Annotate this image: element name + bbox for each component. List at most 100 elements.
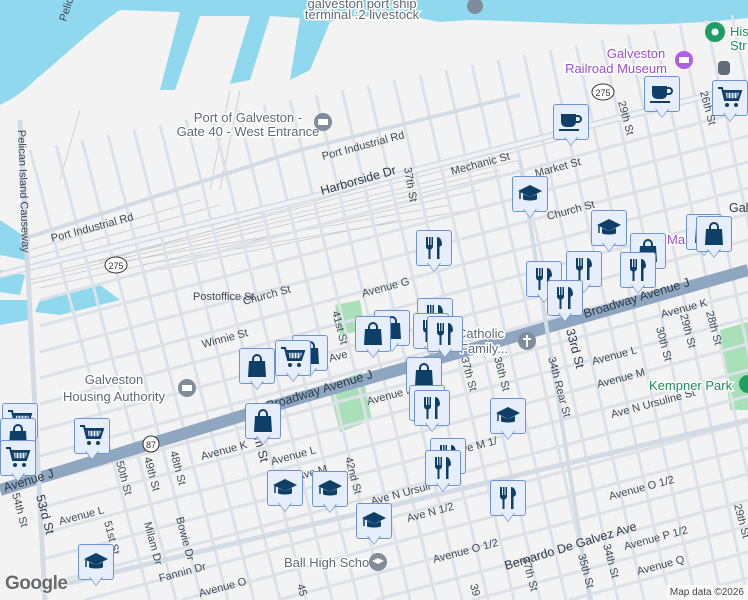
school-icon <box>312 471 348 507</box>
restaurant-icon <box>425 450 461 486</box>
label-ma-partial: Ma <box>667 232 686 247</box>
school-icon <box>78 544 114 580</box>
restaurant-marker[interactable] <box>414 390 450 434</box>
svg-text:275: 275 <box>595 88 610 98</box>
school-marker[interactable] <box>78 544 114 588</box>
svg-text:87: 87 <box>146 440 156 450</box>
marker-pointer-fill <box>257 436 269 444</box>
shopping-bag-marker[interactable] <box>239 348 275 392</box>
restaurant-icon <box>547 280 583 316</box>
marker-pointer-fill <box>437 483 449 491</box>
svg-text:275: 275 <box>108 261 123 271</box>
label-postoffice: Postoffice St <box>193 291 255 303</box>
marker-pointer-fill <box>368 536 380 544</box>
svg-text:Ball High School: Ball High School <box>284 555 379 570</box>
marker-pointer-fill <box>565 137 577 145</box>
svg-text:Catholic: Catholic <box>457 326 504 341</box>
svg-text:terminal :2 livestock: terminal :2 livestock <box>305 7 420 22</box>
svg-text:Galveston: Galveston <box>85 372 144 387</box>
shopping-bag-marker[interactable] <box>696 216 732 260</box>
cafe-marker[interactable] <box>644 76 680 120</box>
cafe-icon <box>553 104 589 140</box>
svg-text:His: His <box>730 24 748 39</box>
school-marker[interactable] <box>591 210 627 254</box>
marker-pointer-fill <box>279 503 291 511</box>
label-ave-o-half-2: Avenue O 1/2 <box>432 537 500 566</box>
restaurant-icon <box>427 316 463 352</box>
marker-pointer-fill <box>12 473 24 481</box>
marker-pointer-fill <box>287 373 299 381</box>
label-church-1: Church St <box>546 199 596 223</box>
label-54th: 54th St <box>9 492 30 529</box>
highway-275-shield-b: 275 <box>591 83 615 101</box>
marker-pointer-fill <box>632 285 644 293</box>
shopping-bag-icon <box>245 403 281 439</box>
school-icon <box>591 210 627 246</box>
school-marker[interactable] <box>490 398 526 442</box>
school-icon <box>267 470 303 506</box>
cafe-icon <box>644 76 680 112</box>
restaurant-icon <box>620 252 656 288</box>
map-attribution[interactable]: Map data ©2026 <box>665 585 748 600</box>
shopping-bag-icon <box>696 216 732 252</box>
restaurant-icon <box>414 390 450 426</box>
shopping-cart-marker[interactable] <box>74 418 110 462</box>
cafe-marker[interactable] <box>553 104 589 148</box>
svg-text:Port of Galveston -: Port of Galveston - <box>194 110 302 125</box>
svg-text:Housing Authority: Housing Authority <box>63 389 165 404</box>
restaurant-marker[interactable] <box>490 480 526 524</box>
marker-pointer-fill <box>367 349 379 357</box>
marker-pointer-fill <box>559 313 571 321</box>
shopping-cart-marker[interactable] <box>0 440 36 484</box>
marker-pointer-fill <box>428 263 440 271</box>
marker-pointer-fill <box>524 209 536 217</box>
school-marker[interactable] <box>512 176 548 220</box>
school-marker[interactable] <box>267 470 303 514</box>
marker-pointer-fill <box>724 113 736 121</box>
shopping-cart-marker[interactable] <box>275 340 311 384</box>
poi-port-gate-40[interactable]: Port of Galveston - Gate 40 - West Entra… <box>175 109 332 141</box>
restaurant-marker[interactable] <box>547 280 583 324</box>
restaurant-icon <box>490 480 526 516</box>
marker-pointer-fill <box>502 513 514 521</box>
restaurant-marker[interactable] <box>425 450 461 494</box>
transit-icon[interactable] <box>718 61 730 75</box>
svg-text:Kempner Park: Kempner Park <box>649 378 733 393</box>
shopping-bag-marker[interactable] <box>355 316 391 360</box>
marker-pointer-fill <box>324 504 336 512</box>
svg-text:Family...: Family... <box>460 341 508 356</box>
restaurant-marker[interactable] <box>416 230 452 274</box>
poi-railroad-museum[interactable]: Galveston Railroad Museum <box>564 45 693 78</box>
marker-pointer-fill <box>426 423 438 431</box>
restaurant-marker[interactable] <box>427 316 463 360</box>
marker-pointer-fill <box>656 109 668 117</box>
highway-275-shield-a: 275 <box>104 256 128 274</box>
label-galveston-partial: Gal <box>729 201 748 215</box>
shopping-bag-icon <box>239 348 275 384</box>
label-53rd: 53rd St <box>33 493 57 536</box>
poi-ball-high-school[interactable]: Ball High School <box>283 553 387 572</box>
shopping-bag-marker[interactable] <box>245 403 281 447</box>
google-logo: Google <box>5 573 68 594</box>
shopping-cart-icon <box>712 80 748 116</box>
marker-pointer-fill <box>86 451 98 459</box>
shopping-bag-icon <box>355 316 391 352</box>
highway-87-shield: 87 <box>142 435 160 453</box>
school-icon <box>356 503 392 539</box>
restaurant-icon <box>416 230 452 266</box>
school-marker[interactable] <box>356 503 392 547</box>
marker-pointer-fill <box>502 431 514 439</box>
restaurant-marker[interactable] <box>620 252 656 296</box>
marker-pointer-fill <box>90 577 102 585</box>
shopping-cart-icon <box>275 340 311 376</box>
shopping-cart-marker[interactable] <box>712 80 748 124</box>
shopping-cart-icon <box>74 418 110 454</box>
marker-pointer-fill <box>603 243 615 251</box>
school-marker[interactable] <box>312 471 348 515</box>
school-icon <box>490 398 526 434</box>
marker-pointer-fill <box>708 249 720 257</box>
svg-text:Railroad Museum: Railroad Museum <box>565 61 667 76</box>
label-34th: 34th St <box>600 543 621 580</box>
svg-text:Gate 40 - West Entrance: Gate 40 - West Entrance <box>177 124 320 139</box>
svg-text:Galveston: Galveston <box>607 46 666 61</box>
